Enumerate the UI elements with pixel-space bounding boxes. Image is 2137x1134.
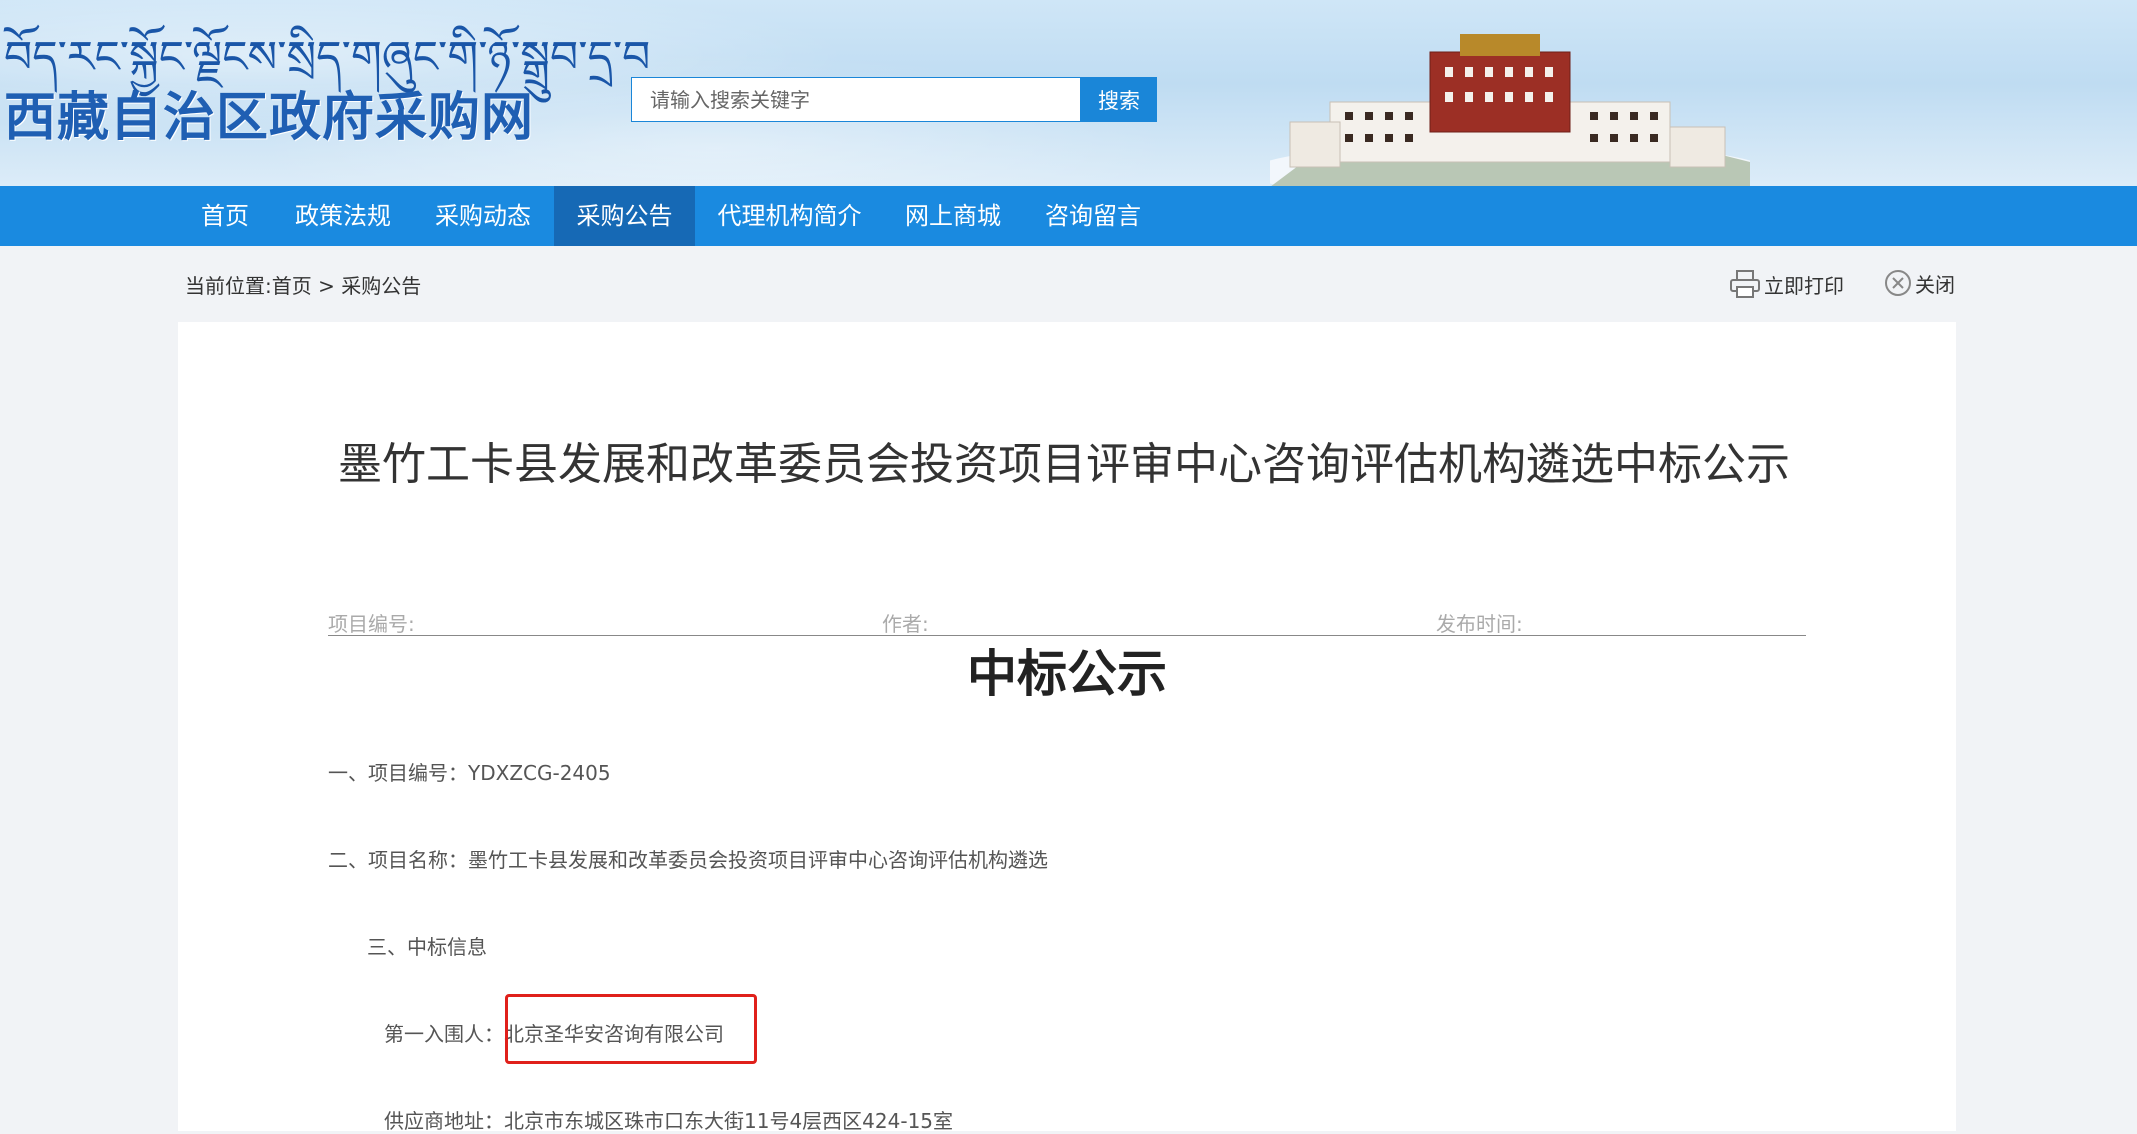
nav-item-agency-intro[interactable]: 代理机构简介 bbox=[702, 186, 877, 246]
meta-author: 作者: bbox=[882, 612, 929, 636]
print-label: 立即打印 bbox=[1764, 273, 1844, 298]
article-meta: 项目编号: 作者: 发布时间: bbox=[328, 608, 1806, 636]
nav-item-consultation[interactable]: 咨询留言 bbox=[1033, 186, 1153, 246]
close-label: 关闭 bbox=[1915, 272, 1955, 297]
nav-item-policy[interactable]: 政策法规 bbox=[283, 186, 403, 246]
nav-item-home[interactable]: 首页 bbox=[185, 186, 265, 246]
meta-publish-time: 发布时间: bbox=[1436, 612, 1523, 636]
notice-heading: 中标公示 bbox=[967, 645, 1167, 703]
printer-icon bbox=[1730, 270, 1760, 298]
search-box bbox=[631, 77, 1081, 122]
nav-item-online-mall[interactable]: 网上商城 bbox=[893, 186, 1013, 246]
nav-item-procurement-notice[interactable]: 采购公告 bbox=[554, 186, 695, 246]
winner-highlight-box bbox=[505, 994, 757, 1064]
nav-item-procurement-news[interactable]: 采购动态 bbox=[423, 186, 543, 246]
potala-palace-illustration bbox=[1270, 34, 1750, 186]
breadcrumb: 当前位置:首页 > 采购公告 bbox=[185, 274, 422, 298]
main-nav: 首页 政策法规 采购动态 采购公告 代理机构简介 网上商城 咨询留言 bbox=[0, 186, 2137, 246]
search-button[interactable]: 搜索 bbox=[1081, 77, 1157, 122]
close-icon bbox=[1885, 270, 1911, 296]
search-input[interactable] bbox=[632, 78, 1080, 121]
print-button[interactable]: 立即打印 bbox=[1728, 268, 1844, 300]
winner-label: 第一入围人： bbox=[384, 1022, 504, 1046]
project-name-line: 二、项目名称：墨竹工卡县发展和改革委员会投资项目评审中心咨询评估机构遴选 bbox=[328, 848, 1048, 872]
award-info-heading: 三、中标信息 bbox=[367, 935, 487, 959]
site-logo-tibetan[interactable]: བོད་རང་སྐྱོང་ལྗོངས་སྲིད་གཞུང་གི་ཉོ་སྒྲུབ… bbox=[4, 30, 650, 86]
meta-project-no: 项目编号: bbox=[328, 612, 415, 636]
article-title: 墨竹工卡县发展和改革委员会投资项目评审中心咨询评估机构遴选中标公示 bbox=[338, 439, 1790, 490]
site-header: བོད་རང་སྐྱོང་ལྗོངས་སྲིད་གཞུང་གི་ཉོ་སྒྲུབ… bbox=[0, 0, 2137, 186]
supplier-address-line: 供应商地址：北京市东城区珠市口东大街11号4层西区424-15室 bbox=[384, 1109, 954, 1133]
site-logo-chinese[interactable]: 西藏自治区政府采购网 bbox=[4, 90, 534, 146]
project-number-line: 一、项目编号：YDXZCG-2405 bbox=[328, 761, 611, 785]
close-button[interactable]: 关闭 bbox=[1883, 268, 1955, 298]
